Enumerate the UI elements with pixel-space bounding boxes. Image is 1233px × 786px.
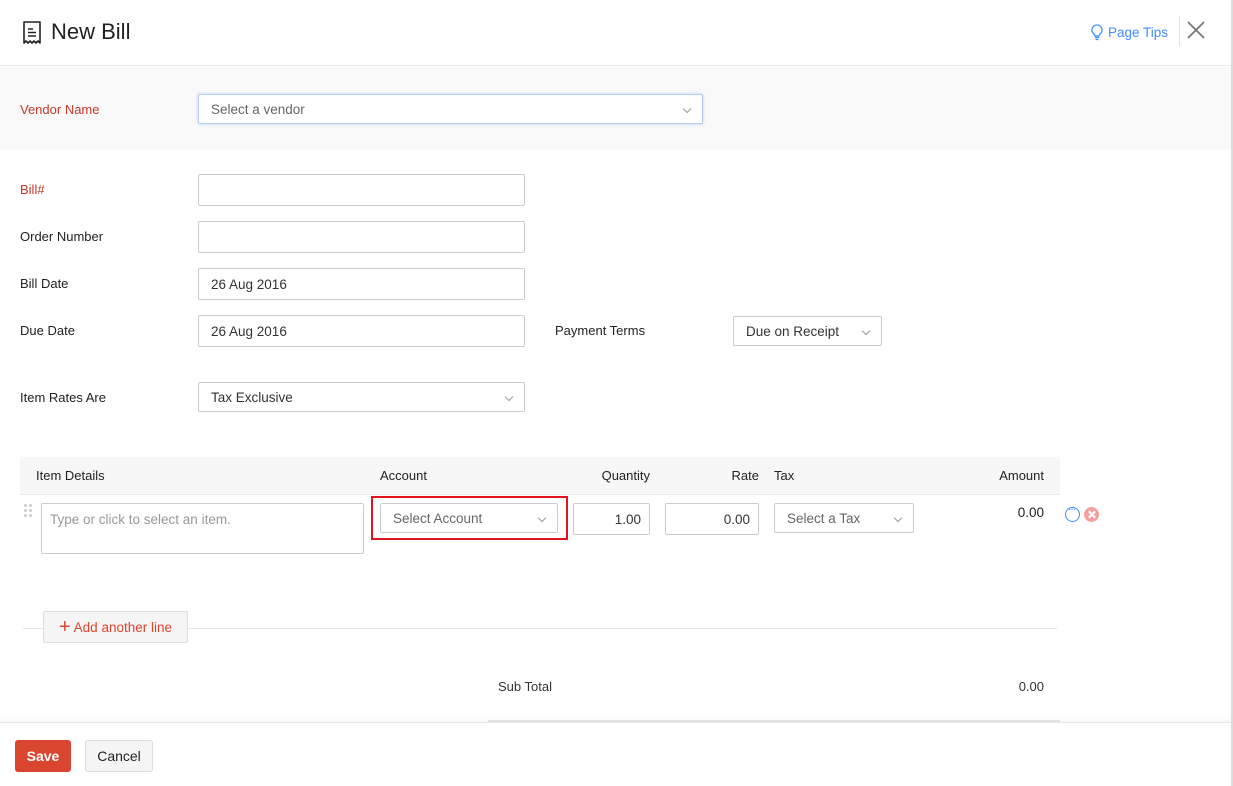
add-another-line-button[interactable]: + Add another line [43, 611, 188, 643]
column-rate: Rate [731, 468, 759, 483]
form-footer: Save Cancel [0, 722, 1231, 786]
page-title: New Bill [51, 19, 131, 44]
add-line-label: Add another line [73, 619, 172, 635]
account-select[interactable]: Select Account [380, 503, 558, 533]
column-amount: Amount [999, 468, 1044, 483]
column-quantity: Quantity [601, 468, 650, 483]
save-button[interactable]: Save [15, 740, 71, 772]
bill-date-input[interactable]: 26 Aug 2016 [198, 268, 525, 300]
page-tips-link[interactable]: Page Tips [1091, 24, 1168, 41]
page-tips-label: Page Tips [1108, 25, 1169, 40]
order-number-input[interactable] [198, 221, 525, 253]
bill-number-input[interactable] [198, 174, 525, 206]
delete-row-icon[interactable] [1084, 507, 1099, 522]
column-item-details: Item Details [36, 468, 105, 483]
payment-terms-label: Payment Terms [555, 323, 646, 338]
rate-input[interactable]: 0.00 [665, 503, 759, 535]
column-tax: Tax [774, 468, 795, 483]
tax-select[interactable]: Select a Tax [774, 503, 914, 533]
items-table-header: Item Details Account Quantity Rate Tax A… [20, 457, 1060, 495]
drag-handle-icon[interactable] [24, 504, 32, 517]
bill-date-label: Bill Date [20, 276, 69, 291]
page-header: New Bill Page Tips [0, 0, 1231, 66]
item-rates-label: Item Rates Are [20, 390, 106, 405]
bill-number-label: Bill# [20, 182, 45, 197]
plus-icon: + [58, 616, 71, 638]
payment-terms-value: Due on Receipt [746, 323, 840, 339]
cancel-button[interactable]: Cancel [85, 740, 153, 772]
receipt-icon [23, 21, 41, 44]
quantity-input[interactable]: 1.00 [573, 503, 650, 535]
vendor-select[interactable]: Select a vendor [198, 94, 703, 124]
row-amount: 0.00 [1017, 505, 1044, 520]
sub-total-value: 0.00 [1018, 679, 1044, 694]
sub-total-label: Sub Total [498, 679, 552, 694]
lightbulb-icon [1091, 24, 1103, 41]
close-icon[interactable] [1186, 20, 1206, 40]
item-details-input[interactable]: Type or click to select an item. [41, 503, 364, 554]
vendor-name-label: Vendor Name [20, 102, 100, 117]
account-select-placeholder: Select Account [393, 510, 483, 526]
due-date-label: Due Date [20, 323, 75, 338]
item-rates-value: Tax Exclusive [211, 389, 293, 405]
tax-select-placeholder: Select a Tax [787, 510, 861, 526]
order-number-label: Order Number [20, 229, 104, 244]
vendor-select-placeholder: Select a vendor [211, 101, 305, 117]
header-divider [1179, 16, 1180, 46]
item-rates-select[interactable]: Tax Exclusive [198, 382, 525, 412]
due-date-input[interactable]: 26 Aug 2016 [198, 315, 525, 347]
more-options-icon[interactable] [1065, 504, 1080, 522]
column-account: Account [380, 468, 427, 483]
payment-terms-select[interactable]: Due on Receipt [733, 316, 882, 346]
